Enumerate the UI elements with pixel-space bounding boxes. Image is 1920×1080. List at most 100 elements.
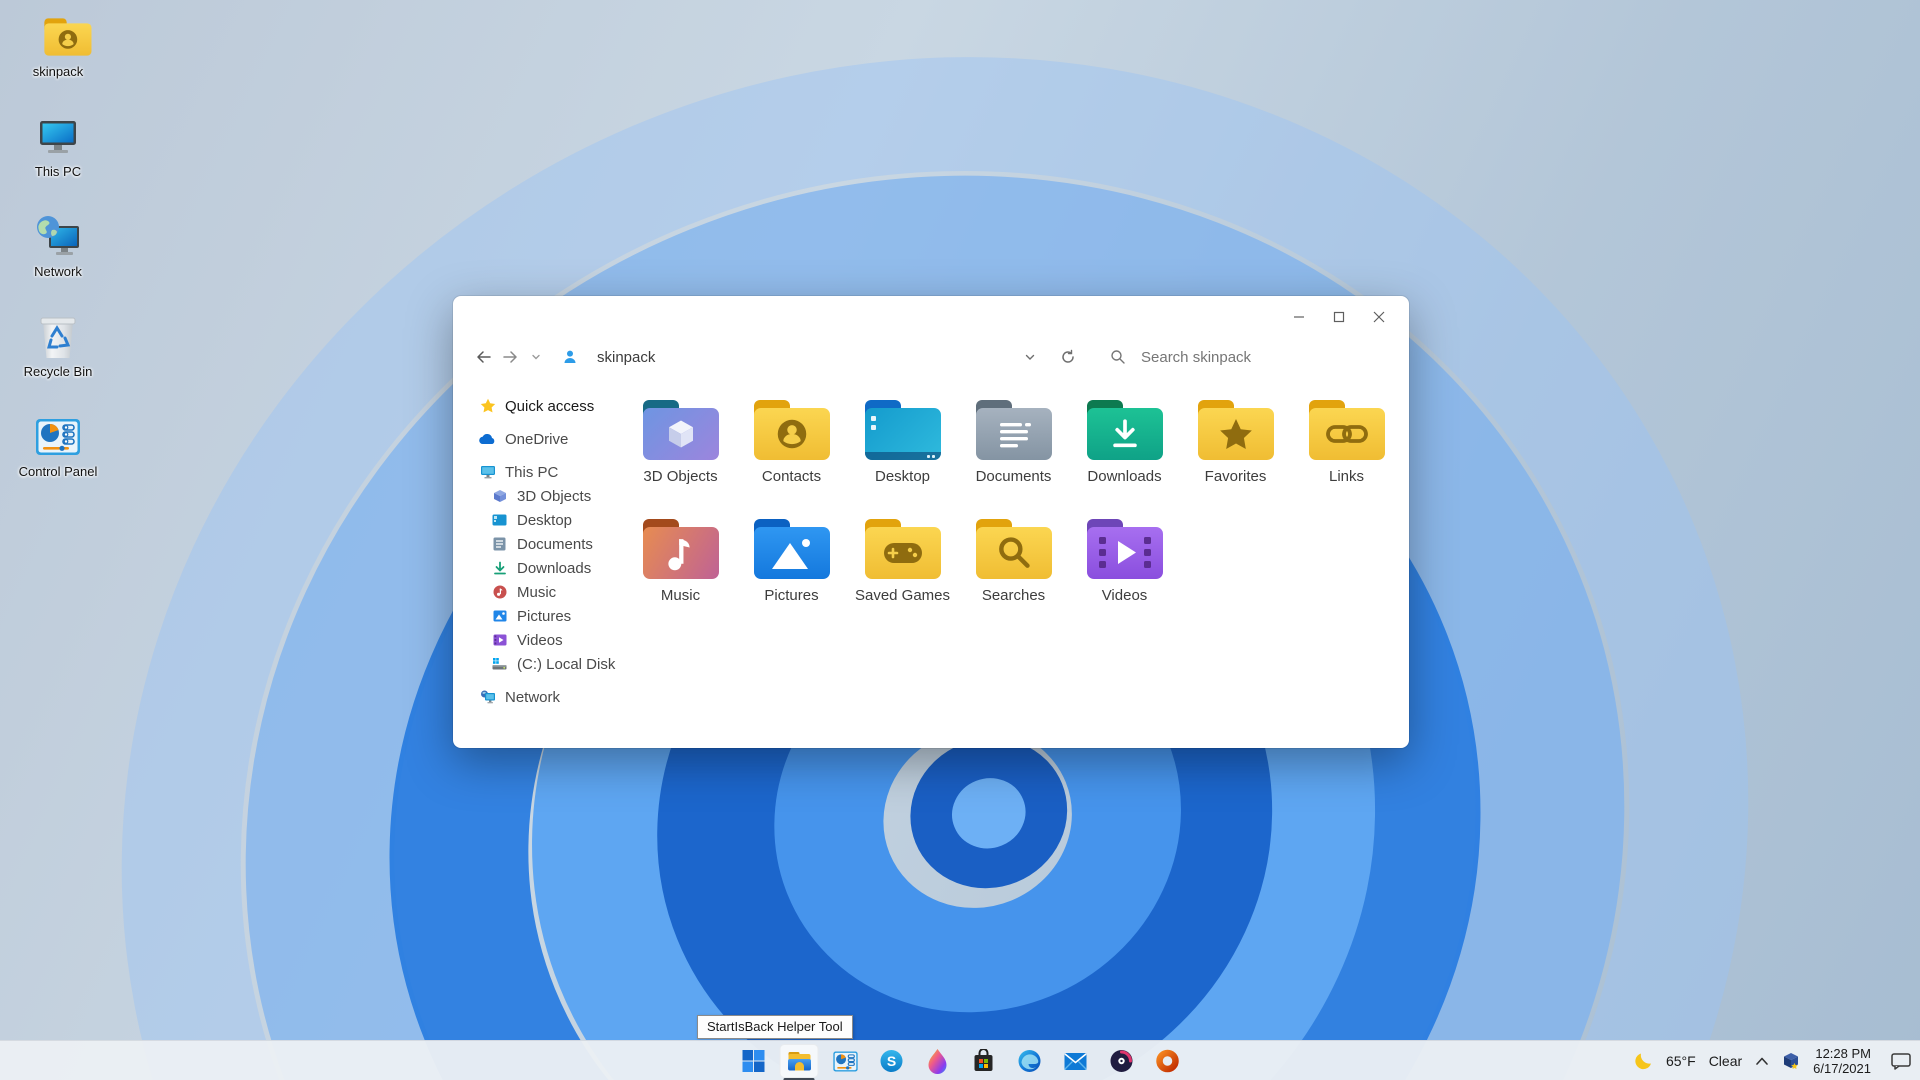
file-label: 3D Objects <box>643 469 717 485</box>
sidebar-item-pictures[interactable]: Pictures <box>479 604 623 628</box>
back-button[interactable] <box>471 344 497 370</box>
file-tile-links[interactable]: Links <box>1291 392 1402 508</box>
local-disk-icon <box>491 656 508 673</box>
taskbar: S <box>0 1040 1920 1080</box>
edge-taskbar-button[interactable] <box>1010 1044 1049 1078</box>
file-explorer-window: skinpack Search skinpack Qu <box>453 296 1409 748</box>
maximize-button[interactable] <box>1319 304 1359 330</box>
office-taskbar-button[interactable] <box>1148 1044 1187 1078</box>
sidebar-item-onedrive[interactable]: OneDrive <box>479 427 623 451</box>
file-tile-desktop[interactable]: Desktop <box>847 392 958 508</box>
file-label: Desktop <box>875 469 930 485</box>
groove-music-taskbar-button[interactable] <box>1102 1044 1141 1078</box>
sidebar-item-local-disk-c[interactable]: (C:) Local Disk <box>479 652 623 676</box>
desktop-icon-this-pc[interactable]: This PC <box>12 114 104 214</box>
desktop-icon-label: This PC <box>35 165 81 179</box>
sidebar-item-documents[interactable]: Documents <box>479 532 623 556</box>
svg-text:S: S <box>886 1053 895 1069</box>
sidebar-item-network[interactable]: Network <box>479 685 623 709</box>
onedrive-cloud-icon <box>479 431 496 448</box>
weather-condition[interactable]: Clear <box>1709 1053 1742 1069</box>
sidebar-item-desktop[interactable]: Desktop <box>479 508 623 532</box>
file-grid: 3D Objects Contacts <box>625 392 1405 627</box>
video-icon <box>491 632 508 649</box>
sidebar-item-quick-access[interactable]: Quick access <box>479 394 623 418</box>
windows-logo-icon <box>741 1049 765 1073</box>
tray-app-cube-icon[interactable] <box>1782 1052 1800 1070</box>
folder-mountain-image-icon <box>753 519 831 579</box>
sidebar-item-this-pc[interactable]: This PC <box>479 460 623 484</box>
tooltip: StartIsBack Helper Tool <box>697 1015 853 1039</box>
desktop-icon-list: skinpack This PC <box>12 14 104 514</box>
tray-overflow-chevron-icon[interactable] <box>1755 1056 1769 1066</box>
recycle-bin-icon <box>35 314 81 360</box>
sidebar-item-videos[interactable]: Videos <box>479 628 623 652</box>
desktop-icon-control-panel[interactable]: Control Panel <box>12 414 104 514</box>
sidebar-label: Network <box>505 689 560 706</box>
sidebar-label: Documents <box>517 536 593 553</box>
sidebar-label: Desktop <box>517 512 572 529</box>
control-panel-icon <box>832 1051 858 1072</box>
folder-magnifier-icon <box>975 519 1053 579</box>
file-explorer-icon <box>786 1049 812 1073</box>
minimize-button[interactable] <box>1279 304 1319 330</box>
sidebar-item-downloads[interactable]: Downloads <box>479 556 623 580</box>
address-path[interactable]: skinpack <box>597 349 655 366</box>
sidebar-label: Videos <box>517 632 563 649</box>
file-tile-pictures[interactable]: Pictures <box>736 511 847 627</box>
file-explorer-taskbar-button[interactable] <box>780 1044 819 1078</box>
control-panel-taskbar-button[interactable] <box>826 1044 865 1078</box>
system-tray: 65°F Clear 12:28 PM 6/17/2021 <box>1634 1041 1912 1080</box>
desktop-icon-network[interactable]: Network <box>12 214 104 314</box>
file-tile-saved-games[interactable]: Saved Games <box>847 511 958 627</box>
file-tile-downloads[interactable]: Downloads <box>1069 392 1180 508</box>
clock-date: 6/17/2021 <box>1813 1061 1871 1076</box>
sidebar-item-3d-objects[interactable]: 3D Objects <box>479 484 623 508</box>
folder-3d-cube-icon <box>642 400 720 460</box>
file-label: Downloads <box>1087 469 1161 485</box>
cube-icon <box>491 488 508 505</box>
window-titlebar[interactable] <box>453 296 1409 338</box>
file-tile-favorites[interactable]: Favorites <box>1180 392 1291 508</box>
file-tile-3d-objects[interactable]: 3D Objects <box>625 392 736 508</box>
file-tile-music[interactable]: Music <box>625 511 736 627</box>
file-tile-contacts[interactable]: Contacts <box>736 392 847 508</box>
folder-star-icon <box>1197 400 1275 460</box>
folder-document-lines-icon <box>975 400 1053 460</box>
sidebar-label: 3D Objects <box>517 488 591 505</box>
file-label: Documents <box>976 469 1052 485</box>
action-center-icon[interactable] <box>1890 1052 1912 1070</box>
weather-temperature[interactable]: 65°F <box>1666 1053 1696 1069</box>
desktop-icon-label: Control Panel <box>19 465 98 479</box>
skype-icon: S <box>879 1049 903 1073</box>
sidebar-label: (C:) Local Disk <box>517 656 615 673</box>
start-button[interactable] <box>734 1044 773 1078</box>
address-dropdown-chevron-icon[interactable] <box>1017 344 1043 370</box>
file-tile-documents[interactable]: Documents <box>958 392 1069 508</box>
music-note-icon <box>491 584 508 601</box>
close-button[interactable] <box>1359 304 1399 330</box>
sidebar-item-music[interactable]: Music <box>479 580 623 604</box>
microsoft-store-taskbar-button[interactable] <box>964 1044 1003 1078</box>
file-label: Links <box>1329 469 1364 485</box>
paint-3d-taskbar-button[interactable] <box>918 1044 957 1078</box>
desktop-icon-label: Network <box>34 265 82 279</box>
desktop-icon-skinpack[interactable]: skinpack <box>12 14 104 114</box>
sidebar-label: Downloads <box>517 560 591 577</box>
skype-taskbar-button[interactable]: S <box>872 1044 911 1078</box>
refresh-button[interactable] <box>1055 344 1081 370</box>
search-input[interactable]: Search skinpack <box>1141 349 1391 366</box>
desktop-icon-recycle-bin[interactable]: Recycle Bin <box>12 314 104 414</box>
file-tile-videos[interactable]: Videos <box>1069 511 1180 627</box>
file-label: Pictures <box>764 588 818 604</box>
paint-3d-drop-icon <box>926 1048 948 1074</box>
folder-desktop-icon <box>864 400 942 460</box>
recent-locations-chevron-icon[interactable] <box>523 344 549 370</box>
desktop-icon <box>491 512 508 529</box>
file-label: Contacts <box>762 469 821 485</box>
clock[interactable]: 12:28 PM 6/17/2021 <box>1813 1046 1871 1076</box>
file-label: Saved Games <box>855 588 950 604</box>
file-tile-searches[interactable]: Searches <box>958 511 1069 627</box>
mail-taskbar-button[interactable] <box>1056 1044 1095 1078</box>
forward-button[interactable] <box>497 344 523 370</box>
